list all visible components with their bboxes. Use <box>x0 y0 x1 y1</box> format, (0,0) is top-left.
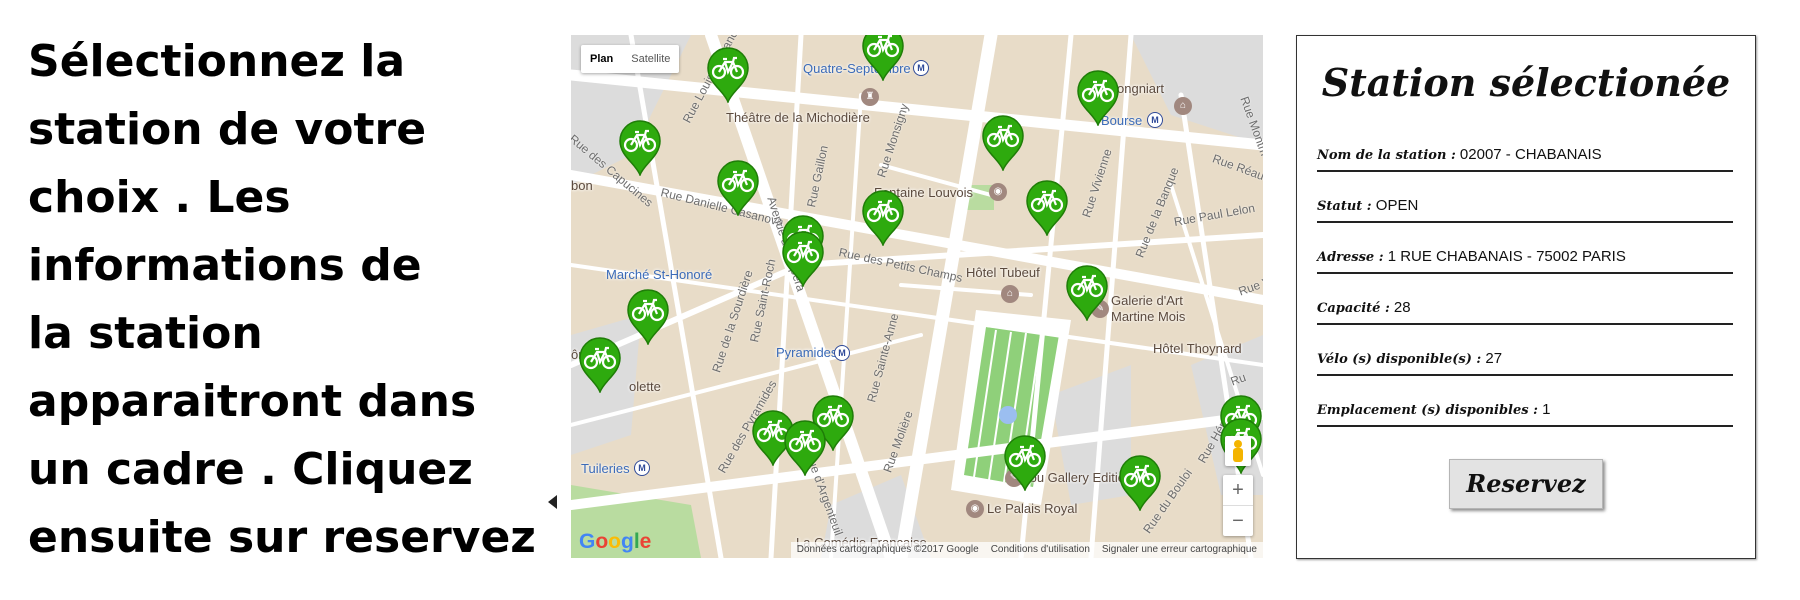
cursor-arrow-icon <box>548 495 557 509</box>
field-value: 02007 - CHABANAIS <box>1459 146 1602 163</box>
bike-station-marker[interactable] <box>781 231 825 289</box>
field-label: Vélo (s) disponible(s) : <box>1317 352 1482 367</box>
field-label: Emplacement (s) disponibles : <box>1317 403 1538 418</box>
instructions-text: Sélectionnez la station de votre choix .… <box>28 28 568 572</box>
reserve-button[interactable]: Reservez <box>1449 459 1603 509</box>
place-label: Hôtel Thoynard <box>1153 341 1242 356</box>
place-label: Pyramides <box>776 345 838 360</box>
terms-link[interactable]: Conditions d'utilisation <box>991 542 1090 558</box>
street-view-pegman-icon[interactable] <box>1225 436 1251 466</box>
satellite-tab[interactable]: Satellite <box>622 45 679 73</box>
panel-title: Station sélectionée <box>1321 60 1731 105</box>
bike-station-marker[interactable] <box>981 115 1025 173</box>
bike-station-marker[interactable] <box>1003 435 1047 493</box>
map-data-credit: Données cartographiques ©2017 Google <box>796 544 979 555</box>
place-label: Théâtre de la Michodière <box>726 110 870 125</box>
field-label: Statut : <box>1317 199 1372 214</box>
bike-station-marker[interactable] <box>716 160 760 218</box>
bikes-available-field: Vélo (s) disponible(s) : 27 <box>1317 350 1733 376</box>
field-value: 1 <box>1542 401 1551 418</box>
field-value: 28 <box>1393 299 1411 316</box>
station-info-panel: Station sélectionée Nom de la station : … <box>1296 35 1756 559</box>
instruction-line: apparaitront dans <box>28 376 477 427</box>
bike-station-marker[interactable] <box>618 120 662 178</box>
bike-station-marker[interactable] <box>783 420 827 478</box>
instruction-line: informations de <box>28 240 422 291</box>
place-label: Tuileries <box>581 461 630 476</box>
capacity-field: Capacité : 28 <box>1317 299 1733 325</box>
metro-icon: M <box>834 345 850 361</box>
bike-station-marker[interactable] <box>1025 180 1069 238</box>
instruction-line: un cadre . Cliquez <box>28 444 473 495</box>
field-value: 1 RUE CHABANAIS - 75002 PARIS <box>1387 248 1626 265</box>
station-name-field: Nom de la station : 02007 - CHABANAIS <box>1317 146 1733 172</box>
zoom-out-button[interactable]: − <box>1223 506 1253 536</box>
monument-icon: ⌂ <box>1001 285 1019 303</box>
metro-icon: M <box>1147 112 1163 128</box>
museum-icon: ⌂ <box>1174 97 1192 115</box>
map-footer: Données cartographiques ©2017 Google Con… <box>790 542 1263 558</box>
theater-icon: ♜ <box>861 88 879 106</box>
instruction-line: choix . Les <box>28 172 291 223</box>
google-logo: Google <box>579 530 652 553</box>
instruction-line: la station <box>28 308 263 359</box>
camera-icon: ◉ <box>966 500 984 518</box>
place-label: Hôtel Tubeuf <box>966 265 1040 280</box>
bike-station-marker[interactable] <box>706 47 750 105</box>
zoom-in-button[interactable]: + <box>1223 475 1253 506</box>
bike-station-marker[interactable] <box>1065 265 1109 323</box>
place-label: Galerie d'Art <box>1111 293 1183 308</box>
instruction-line: station de votre <box>28 104 427 155</box>
metro-icon: M <box>634 460 650 476</box>
status-field: Statut : OPEN <box>1317 197 1733 223</box>
map-view[interactable]: Plan Satellite Quatre-Septembre M Théâtr… <box>571 35 1263 558</box>
plan-tab[interactable]: Plan <box>581 45 622 73</box>
map-type-toggle[interactable]: Plan Satellite <box>581 45 680 73</box>
metro-icon: M <box>913 60 929 76</box>
place-label: bon <box>571 178 593 193</box>
report-error-link[interactable]: Signaler une erreur cartographique <box>1102 542 1257 558</box>
bike-station-marker[interactable] <box>1118 455 1162 513</box>
bike-station-marker[interactable] <box>626 289 670 347</box>
field-label: Nom de la station : <box>1317 148 1456 163</box>
address-field: Adresse : 1 RUE CHABANAIS - 75002 PARIS <box>1317 248 1733 274</box>
bike-station-marker[interactable] <box>861 35 905 83</box>
field-value: 27 <box>1485 350 1503 367</box>
field-label: Capacité : <box>1317 301 1390 316</box>
docks-available-field: Emplacement (s) disponibles : 1 <box>1317 401 1733 427</box>
place-label: olette <box>629 379 661 394</box>
place-label: Le Palais Royal <box>987 501 1078 516</box>
field-value: OPEN <box>1375 197 1419 214</box>
instruction-line: Sélectionnez la <box>28 36 406 87</box>
bike-station-marker[interactable] <box>1076 70 1120 128</box>
zoom-control: + − <box>1223 475 1253 536</box>
bike-station-marker[interactable] <box>861 190 905 248</box>
camera-icon: ◉ <box>989 183 1007 201</box>
instruction-line: ensuite sur reservez <box>28 512 536 563</box>
place-label: Martine Mois <box>1111 309 1186 324</box>
field-label: Adresse : <box>1317 250 1384 265</box>
bike-station-marker[interactable] <box>578 337 622 395</box>
place-label: Marché St-Honoré <box>606 267 713 282</box>
